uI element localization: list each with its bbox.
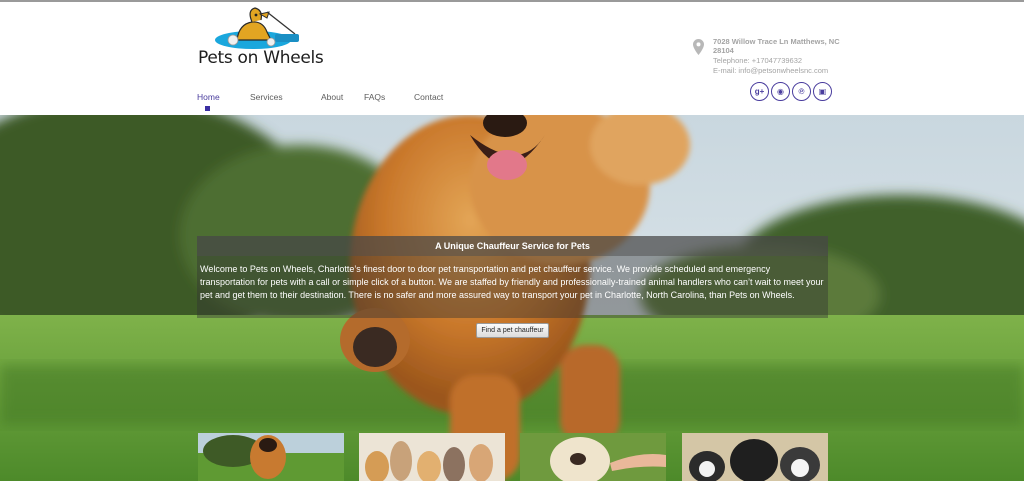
nav-item-home[interactable]: Home — [197, 92, 250, 111]
bulldogs-thumbnail[interactable] — [682, 433, 828, 481]
hero-description: Welcome to Pets on Wheels, Charlotte’s f… — [197, 256, 828, 318]
logo-text[interactable]: Pets on Wheels — [198, 48, 324, 68]
nav-item-label: FAQs — [364, 92, 386, 102]
find-chauffeur-button[interactable]: Find a pet chauffeur — [476, 323, 549, 338]
dog-petting-thumbnail[interactable] — [520, 433, 666, 481]
social-links: g+ ◉ ℗ ▣ — [750, 82, 832, 101]
nav-item-label: Home — [197, 92, 220, 102]
nav-item-label: About — [321, 92, 344, 102]
google-plus-icon[interactable]: g+ — [750, 82, 769, 101]
rss-icon[interactable]: ◉ — [771, 82, 790, 101]
hero-title: A Unique Chauffeur Service for Pets — [197, 236, 828, 256]
nav-item-services[interactable]: Services — [250, 92, 321, 102]
active-indicator — [205, 106, 210, 111]
cats-and-dogs-thumbnail[interactable] — [359, 433, 505, 481]
email-text[interactable]: E-mail: info@petsonwheelsnc.com — [713, 66, 828, 75]
main-nav: Home Services About FAQs Contact — [197, 92, 454, 111]
address-text: 7028 Willow Trace Ln Matthews, NC 28104 — [713, 37, 840, 55]
site-header: Pets on Wheels 7028 Willow Trace Ln Matt… — [0, 2, 1024, 115]
running-dog-thumbnail[interactable] — [198, 433, 344, 481]
telephone-text[interactable]: Telephone: +17047739632 — [713, 56, 802, 65]
nav-item-faqs[interactable]: FAQs — [364, 92, 414, 102]
nav-item-about[interactable]: About — [321, 92, 364, 102]
instagram-icon[interactable]: ▣ — [813, 82, 832, 101]
hero-section: A Unique Chauffeur Service for Pets Welc… — [0, 115, 1024, 481]
nav-item-contact[interactable]: Contact — [414, 92, 454, 102]
location-pin-icon — [693, 39, 704, 55]
nav-item-label: Contact — [414, 92, 444, 102]
pinterest-icon[interactable]: ℗ — [792, 82, 811, 101]
nav-item-label: Services — [250, 92, 283, 102]
